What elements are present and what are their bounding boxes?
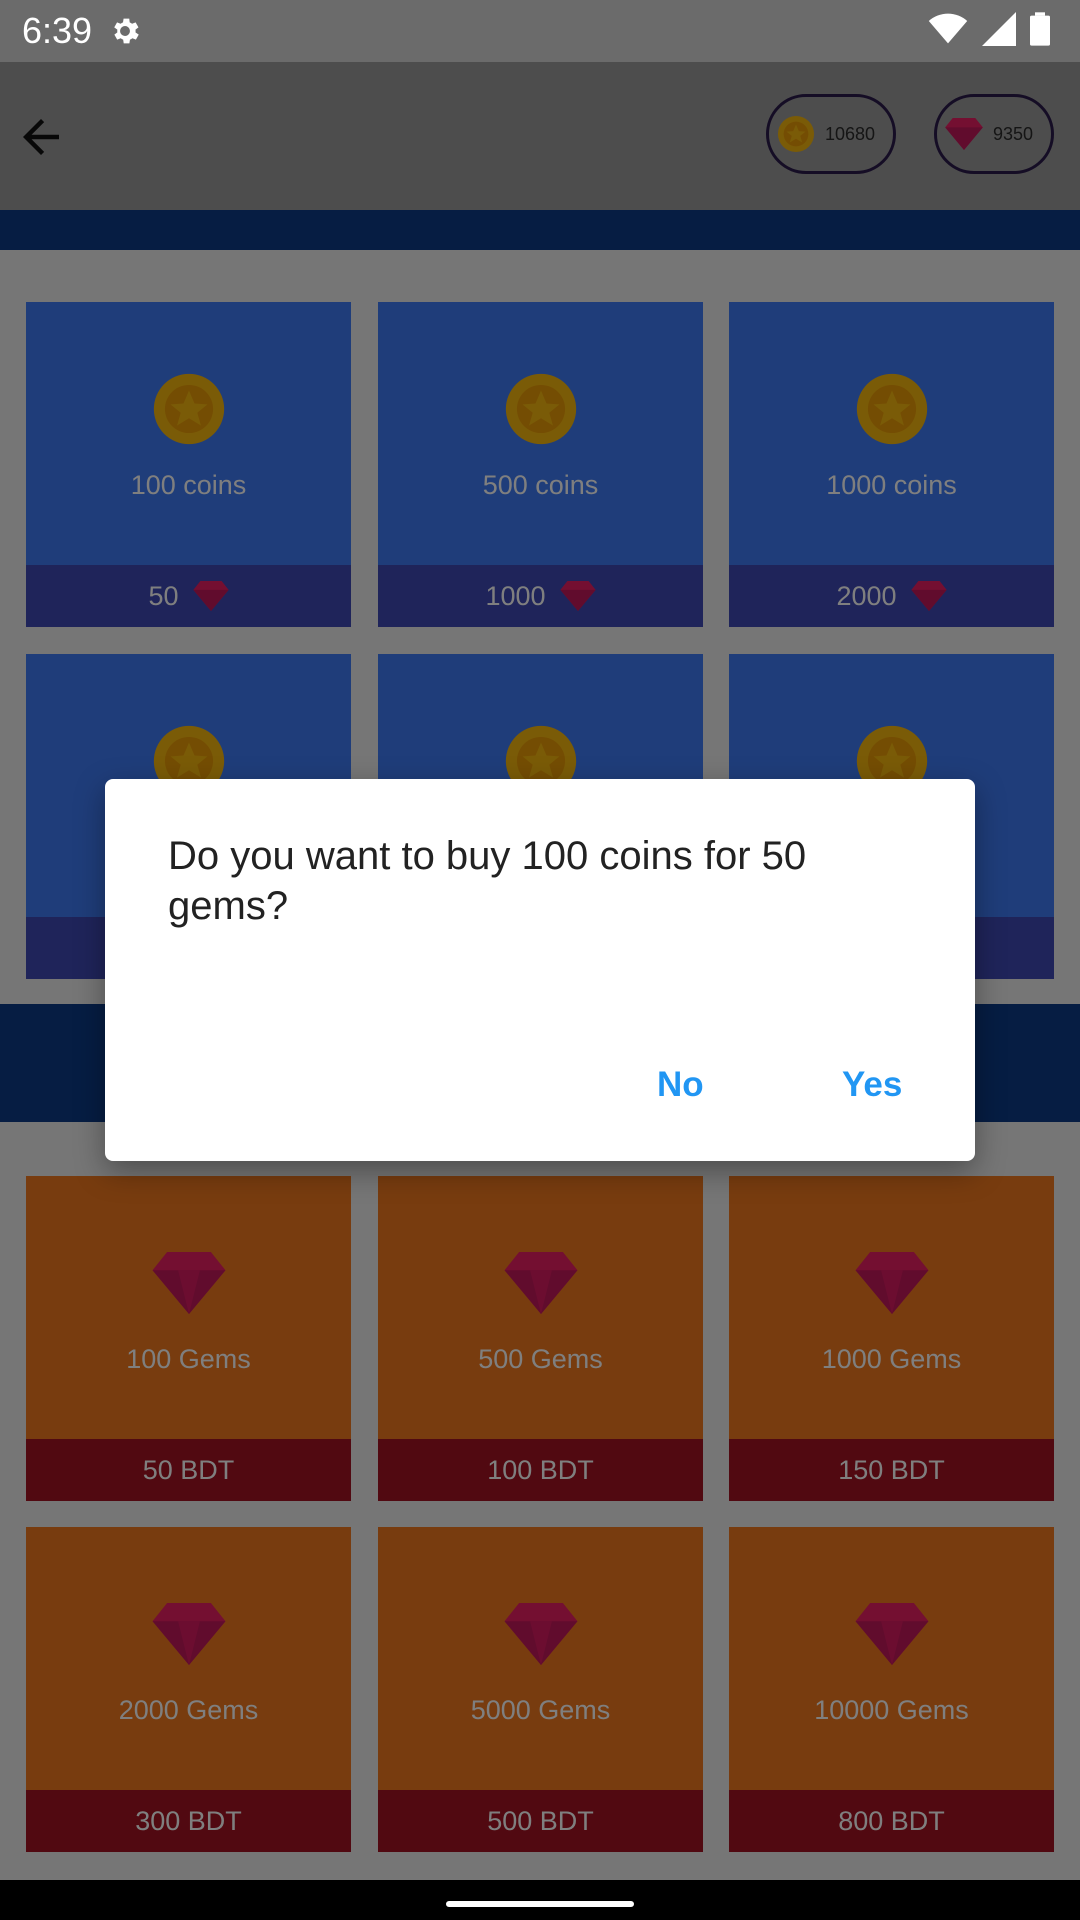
status-bar: 6:39 [0, 0, 1080, 62]
dialog-message: Do you want to buy 100 coins for 50 gems… [168, 834, 807, 928]
no-button[interactable]: No [643, 1055, 718, 1115]
battery-icon [1030, 12, 1050, 46]
home-gesture-handle[interactable] [446, 1901, 634, 1907]
settings-gear-icon [114, 18, 139, 44]
confirm-purchase-dialog: Do you want to buy 100 coins for 50 gems… [105, 779, 975, 1161]
system-icons [928, 12, 1050, 46]
status-time: 6:39 [22, 10, 93, 51]
wifi-icon [928, 13, 968, 44]
system-nav-bar [0, 1880, 1080, 1920]
signal-icon [982, 12, 1016, 46]
yes-button[interactable]: Yes [828, 1055, 916, 1115]
